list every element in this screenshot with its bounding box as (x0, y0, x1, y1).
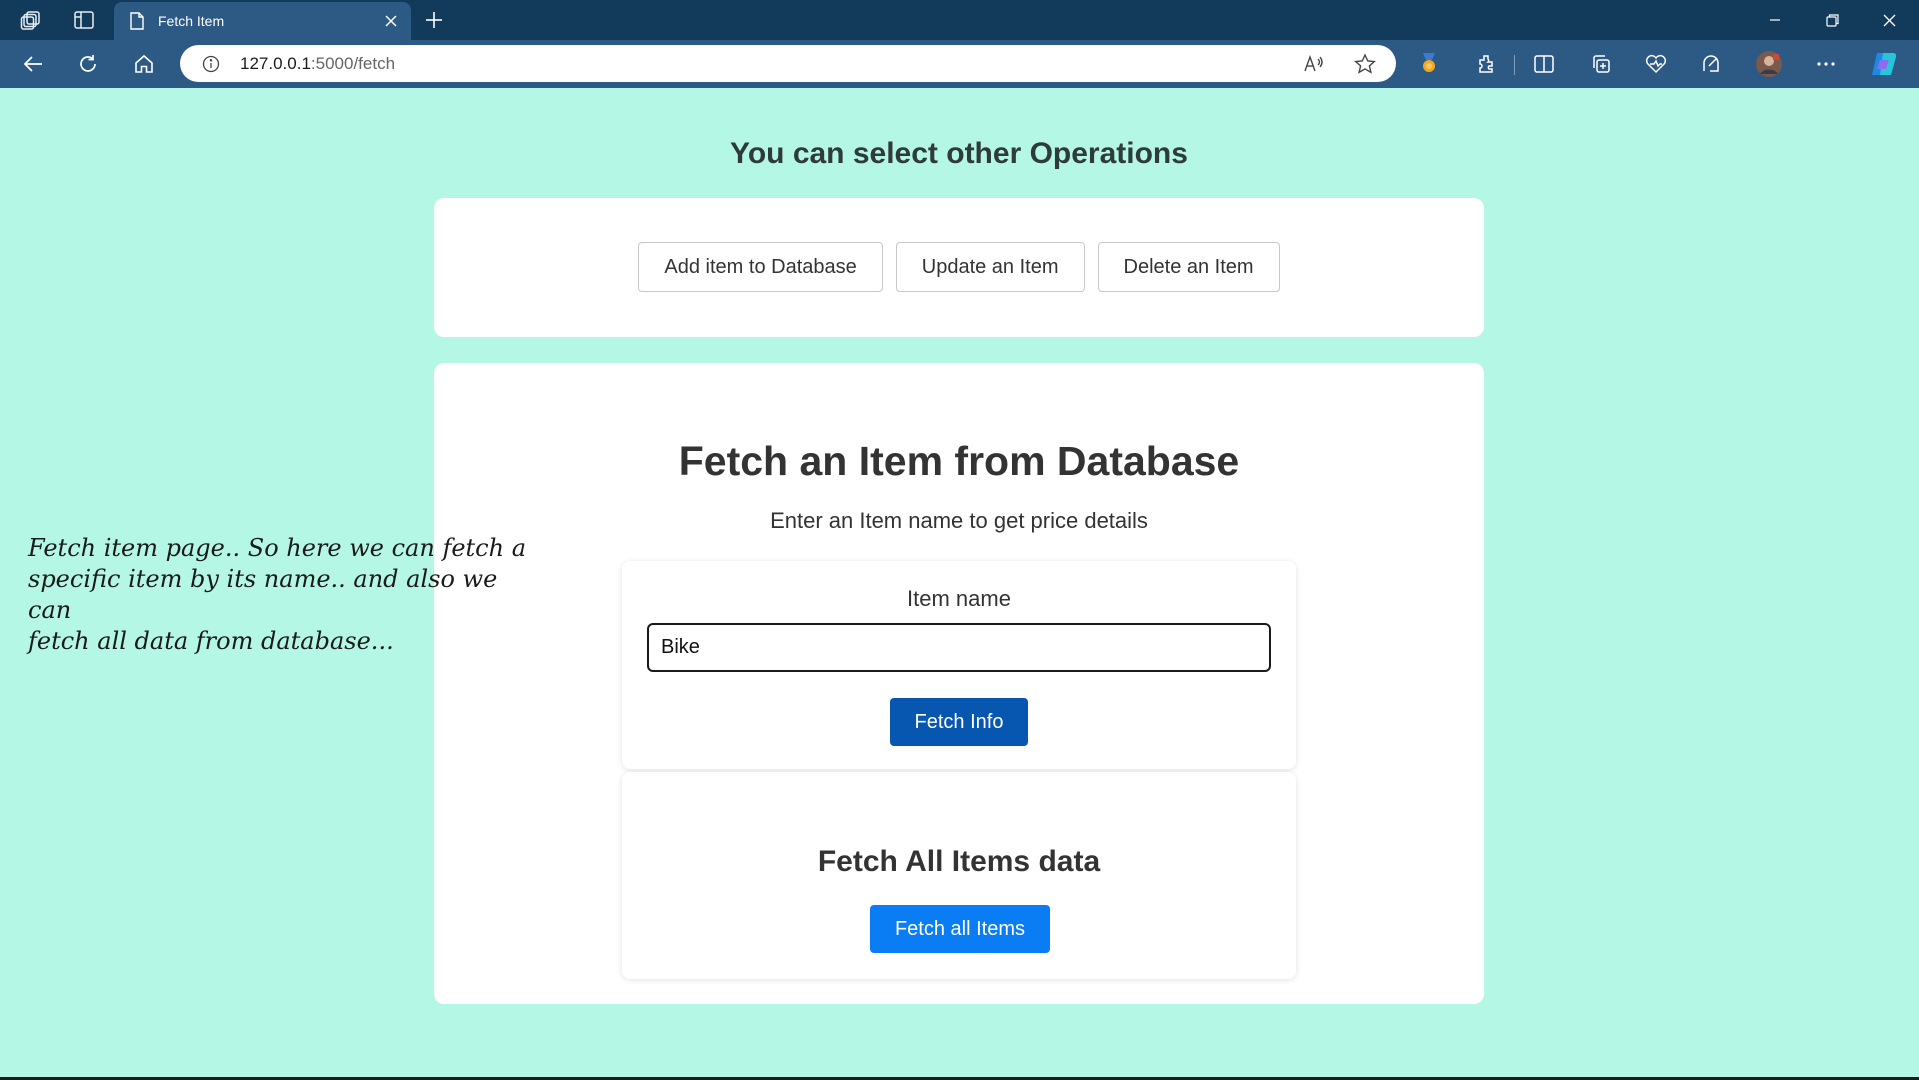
update-item-button[interactable]: Update an Item (895, 242, 1085, 292)
add-item-button[interactable]: Add item to Database (638, 242, 883, 292)
fetch-subtitle: Enter an Item name to get price details (770, 508, 1148, 533)
copilot-icon[interactable] (1869, 50, 1899, 78)
operations-card: Add item to Database Update an Item Dele… (434, 198, 1484, 337)
read-aloud-icon[interactable] (1302, 52, 1326, 76)
fetch-all-card: Fetch All Items data Fetch all Items (622, 772, 1296, 979)
favorite-star-icon[interactable] (1353, 52, 1377, 76)
site-info-icon[interactable] (200, 53, 222, 75)
split-screen-icon[interactable] (1532, 52, 1556, 76)
rewards-icon[interactable] (1418, 51, 1440, 75)
tab-actions-icon[interactable] (71, 8, 97, 32)
operations-button-row: Add item to Database Update an Item Dele… (434, 242, 1484, 292)
page-icon (128, 11, 146, 31)
restore-icon[interactable] (1804, 0, 1860, 40)
item-name-input[interactable] (647, 623, 1271, 672)
annotation-note: Fetch item page.. So here we can fetch a… (28, 534, 527, 655)
tab-title: Fetch Item (158, 13, 225, 29)
fetch-form-card: Item name Fetch Info (622, 561, 1296, 769)
item-name-label: Item name (907, 586, 1011, 611)
fetch-title: Fetch an Item from Database (678, 438, 1240, 484)
profile-avatar[interactable] (1755, 50, 1783, 78)
new-tab-icon[interactable] (422, 8, 446, 32)
collections-icon[interactable] (1589, 52, 1613, 76)
address-bar[interactable]: 127.0.0.1:5000/fetch (180, 45, 1396, 82)
browser-essentials-icon[interactable] (1644, 52, 1668, 76)
extensions-icon[interactable] (1474, 52, 1498, 76)
ops-heading: You can select other Operations (730, 137, 1188, 170)
close-tab-icon[interactable] (382, 12, 400, 30)
browser-tab[interactable]: Fetch Item (114, 2, 411, 40)
close-window-icon[interactable] (1861, 0, 1917, 40)
fetch-all-title: Fetch All Items data (817, 845, 1101, 878)
fetch-card: Fetch an Item from Database Enter an Ite… (434, 363, 1484, 1004)
url-host: 127.0.0.1 (240, 54, 311, 73)
delete-item-button[interactable]: Delete an Item (1097, 242, 1280, 292)
url-path: :5000/fetch (310, 54, 396, 73)
home-icon[interactable] (131, 51, 157, 77)
workspaces-icon[interactable] (18, 8, 44, 32)
url-text[interactable]: 127.0.0.1:5000/fetch (240, 54, 395, 74)
minimize-icon[interactable] (1747, 0, 1803, 40)
fetch-all-button[interactable]: Fetch all Items (870, 905, 1050, 953)
refresh-icon[interactable] (75, 51, 101, 77)
toolbar-divider (1514, 55, 1515, 75)
back-icon[interactable] (20, 51, 46, 77)
fetch-info-button[interactable]: Fetch Info (890, 698, 1028, 746)
more-options-icon[interactable] (1814, 52, 1838, 76)
copilot-drop-icon[interactable] (1699, 52, 1723, 76)
browser-titlebar: Fetch Item (0, 0, 1919, 40)
